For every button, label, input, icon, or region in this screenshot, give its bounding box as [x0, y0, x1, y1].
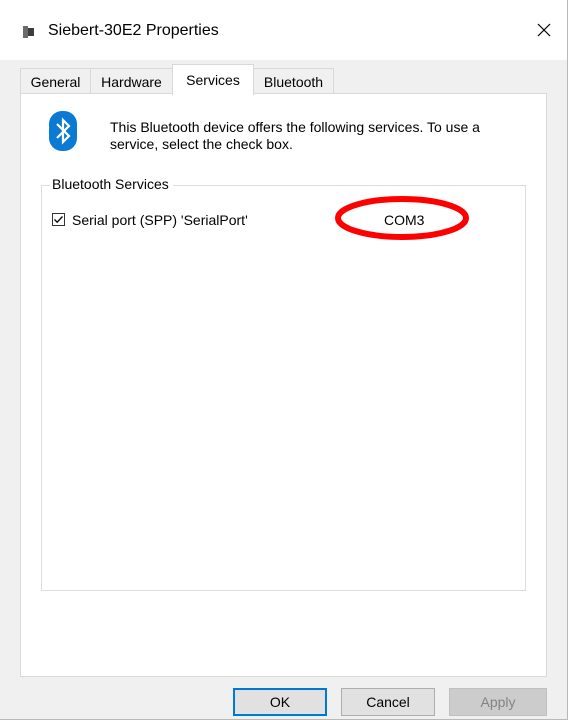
device-icon: [23, 26, 34, 38]
tab-hardware[interactable]: Hardware: [90, 68, 173, 94]
group-label: Bluetooth Services: [50, 176, 173, 192]
service-label: Serial port (SPP) 'SerialPort': [72, 212, 248, 228]
bluetooth-icon: [49, 111, 77, 151]
properties-dialog: Siebert-30E2 Properties General Hardware…: [0, 0, 568, 720]
close-icon: [537, 23, 551, 37]
com-port-label: COM3: [384, 212, 425, 228]
ok-button[interactable]: OK: [233, 688, 327, 716]
title-bar[interactable]: Siebert-30E2 Properties: [0, 0, 567, 60]
window-title: Siebert-30E2 Properties: [48, 22, 219, 39]
tab-services[interactable]: Services: [172, 64, 254, 95]
cancel-button[interactable]: Cancel: [341, 688, 435, 716]
service-checkbox[interactable]: [52, 213, 65, 226]
apply-button[interactable]: Apply: [449, 688, 547, 716]
checkmark-icon: [54, 216, 63, 224]
tab-bluetooth[interactable]: Bluetooth: [253, 68, 334, 94]
close-button[interactable]: [521, 0, 567, 60]
intro-text: This Bluetooth device offers the followi…: [110, 119, 480, 152]
bluetooth-services-group: Bluetooth Services Serial port (SPP) 'Se…: [41, 176, 526, 591]
tab-general[interactable]: General: [20, 68, 91, 94]
services-panel: This Bluetooth device offers the followi…: [20, 93, 547, 677]
